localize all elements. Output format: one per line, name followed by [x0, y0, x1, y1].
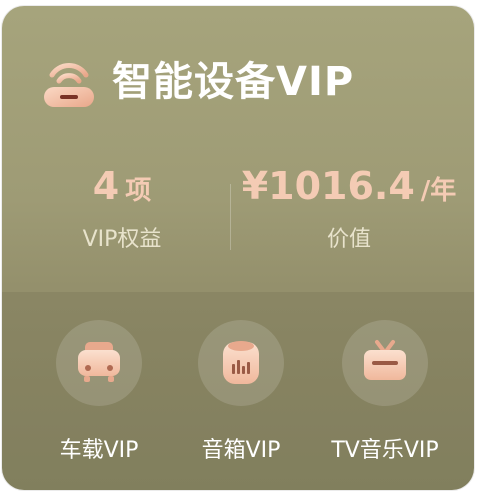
feature-speaker-vip[interactable]: 音箱VIP	[166, 320, 316, 466]
tv-icon	[342, 320, 428, 406]
router-icon	[40, 53, 98, 111]
car-icon	[56, 320, 142, 406]
card-title: 智能设备VIP	[112, 59, 355, 105]
benefits-value: 4项	[42, 158, 202, 219]
stats-row: 4项 VIP权益 ¥1016.4/年 价值	[2, 158, 474, 268]
speaker-icon	[198, 320, 284, 406]
benefits-stat: 4项 VIP权益	[42, 158, 202, 257]
feature-label: 车载VIP	[59, 438, 139, 463]
feature-label: 音箱VIP	[201, 438, 281, 463]
stats-divider	[230, 184, 231, 250]
worth-value: ¥1016.4/年	[234, 158, 464, 219]
worth-label: 价值	[326, 227, 371, 252]
benefits-count: 4	[92, 164, 120, 208]
worth-unit: /年	[420, 176, 457, 206]
benefits-unit: 项	[125, 176, 152, 206]
smart-device-vip-card[interactable]: 智能设备VIP 4项 VIP权益 ¥1016.4/年 价值 车载VIP 音箱VI…	[2, 6, 474, 490]
worth-stat: ¥1016.4/年 价值	[234, 158, 464, 257]
card-header: 智能设备VIP	[40, 46, 354, 118]
feature-label: TV音乐VIP	[331, 438, 439, 463]
benefits-label: VIP权益	[82, 227, 162, 252]
features-section: 车载VIP 音箱VIP TV音乐VIP	[2, 292, 474, 490]
feature-car-vip[interactable]: 车载VIP	[24, 320, 174, 466]
feature-tv-music-vip[interactable]: TV音乐VIP	[310, 320, 460, 466]
worth-amount: ¥1016.4	[241, 164, 415, 208]
